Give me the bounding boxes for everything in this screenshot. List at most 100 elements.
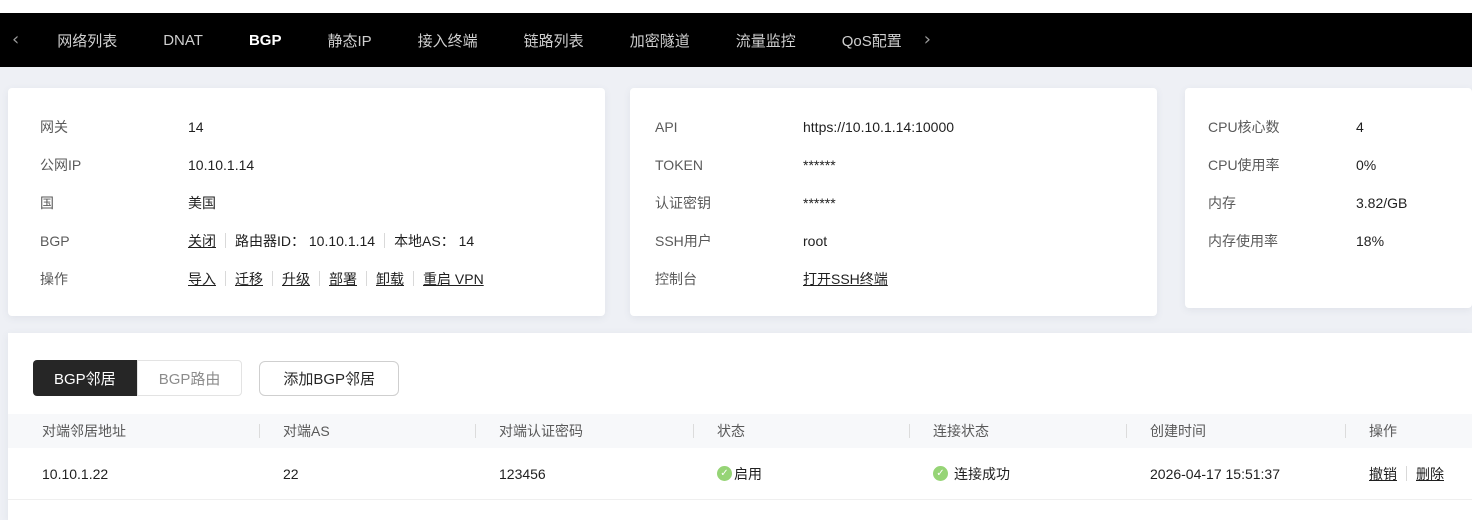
- uninstall-link[interactable]: 卸载: [376, 271, 404, 287]
- tab-bgp-neighbors[interactable]: BGP邻居: [33, 360, 137, 396]
- col-status: 状态: [693, 414, 909, 448]
- connection-check-icon: [933, 466, 948, 481]
- restart-vpn-link[interactable]: 重启 VPN: [423, 271, 484, 287]
- connection-status-text: 连接成功: [954, 465, 1010, 482]
- cell-status: 启用: [693, 448, 909, 499]
- bgp-values: 关闭 路由器ID： 10.10.1.14 本地AS： 14: [188, 231, 474, 251]
- memory-usage-value: 18%: [1356, 233, 1385, 249]
- console-row: 控制台 打开SSH终端: [655, 260, 1137, 298]
- country-label: 国: [40, 195, 54, 211]
- cell-created-at: 2026-04-17 15:51:37: [1150, 465, 1280, 482]
- cpu-cores-value: 4: [1356, 119, 1364, 135]
- table-header: 对端邻居地址 对端AS 对端认证密码 状态 连接状态 创建时间 操作: [8, 414, 1472, 448]
- nav-item-dnat[interactable]: DNAT: [163, 32, 203, 49]
- bgp-neighbors-table: 对端邻居地址 对端AS 对端认证密码 状态 连接状态 创建时间 操作 10.10…: [8, 414, 1472, 500]
- actions-row: 操作 导入 迁移 升级 部署 卸载 重启 VPN: [40, 260, 585, 298]
- import-link[interactable]: 导入: [188, 271, 216, 287]
- nav-item-network-list[interactable]: 网络列表: [57, 30, 117, 51]
- col-peer-as: 对端AS: [259, 414, 475, 448]
- api-row: API https://10.10.1.14:10000: [655, 108, 1137, 146]
- token-label: TOKEN: [655, 157, 703, 173]
- public-ip-value: 10.10.1.14: [188, 157, 255, 173]
- api-card: API https://10.10.1.14:10000 TOKEN *****…: [630, 88, 1157, 316]
- memory-label: 内存: [1208, 195, 1236, 211]
- upgrade-link[interactable]: 升级: [282, 271, 310, 287]
- cell-neighbor-address: 10.10.1.22: [42, 465, 109, 482]
- nav-item-traffic-monitor[interactable]: 流量监控: [736, 30, 796, 51]
- nav-item-static-ip[interactable]: 静态IP: [327, 30, 371, 51]
- api-value: https://10.10.1.14:10000: [803, 119, 955, 135]
- nav-item-bgp[interactable]: BGP: [249, 32, 282, 49]
- nav-item-encrypted-tunnel[interactable]: 加密隧道: [630, 30, 690, 51]
- token-row: TOKEN ******: [655, 146, 1137, 184]
- tab-bgp-routes[interactable]: BGP路由: [136, 360, 243, 396]
- cpu-usage-value: 0%: [1356, 157, 1377, 173]
- cell-peer-as: 22: [283, 465, 299, 482]
- bgp-neighbors-panel: BGP邻居 BGP路由 添加BGP邻居 对端邻居地址 对端AS 对端认证密码 状…: [8, 333, 1472, 520]
- action-links: 导入 迁移 升级 部署 卸载 重启 VPN: [188, 269, 484, 289]
- cell-actions: 撤销 删除: [1345, 448, 1472, 499]
- col-created-at: 创建时间: [1126, 414, 1345, 448]
- gateway-row: 网关 14: [40, 108, 585, 146]
- gateway-label: 网关: [40, 119, 68, 135]
- open-ssh-terminal-link[interactable]: 打开SSH终端: [803, 269, 888, 289]
- local-as: 本地AS： 14: [394, 233, 475, 249]
- divider: [225, 271, 226, 286]
- gateway-value: 14: [188, 119, 204, 135]
- console-label: 控制台: [655, 271, 697, 287]
- cell-auth-password: 123456: [499, 465, 546, 482]
- nav-items: 网络列表 DNAT BGP 静态IP 接入终端 链路列表 加密隧道 流量监控 Q…: [57, 30, 948, 51]
- country-row: 国 美国: [40, 184, 585, 222]
- cpu-cores-label: CPU核心数: [1208, 119, 1280, 135]
- cell-connection-status: 连接成功: [909, 448, 1126, 499]
- revoke-link[interactable]: 撤销: [1369, 464, 1397, 484]
- chevron-right-icon[interactable]: ›: [924, 31, 931, 49]
- country-value: 美国: [188, 195, 216, 211]
- actions-label: 操作: [40, 271, 68, 287]
- memory-usage-label: 内存使用率: [1208, 233, 1278, 249]
- nav-item-link-list[interactable]: 链路列表: [524, 30, 584, 51]
- divider: [413, 271, 414, 286]
- table-row: 10.10.1.22 22 123456 启用 连接成功 2026-04-17 …: [8, 448, 1472, 500]
- col-connection-status: 连接状态: [909, 414, 1126, 448]
- router-id: 路由器ID： 10.10.1.14: [235, 233, 376, 249]
- cpu-usage-row: CPU使用率 0%: [1208, 146, 1452, 184]
- token-value: ******: [803, 157, 836, 173]
- chevron-left-icon[interactable]: ‹: [12, 31, 19, 49]
- divider: [225, 233, 226, 248]
- status-text: 启用: [734, 465, 762, 482]
- ssh-user-label: SSH用户: [655, 233, 712, 249]
- col-neighbor-address: 对端邻居地址: [42, 423, 126, 439]
- nav-item-qos-config[interactable]: QoS配置: [842, 30, 902, 51]
- auth-key-value: ******: [803, 195, 836, 211]
- top-strip: [0, 0, 1472, 13]
- bgp-gateway-page: ‹ 网络列表 DNAT BGP 静态IP 接入终端 链路列表 加密隧道 流量监控…: [0, 0, 1472, 520]
- bgp-row: BGP 关闭 路由器ID： 10.10.1.14 本地AS： 14: [40, 222, 585, 260]
- bgp-tab-group: BGP邻居 BGP路由: [33, 360, 243, 396]
- public-ip-row: 公网IP 10.10.1.14: [40, 146, 585, 184]
- memory-value: 3.82/GB: [1356, 195, 1408, 211]
- deploy-link[interactable]: 部署: [329, 271, 357, 287]
- nav-item-access-terminal[interactable]: 接入终端: [418, 30, 478, 51]
- memory-row: 内存 3.82/GB: [1208, 184, 1452, 222]
- auth-key-label: 认证密钥: [655, 195, 711, 211]
- gateway-card: 网关 14 公网IP 10.10.1.14 国 美国 BGP 关闭 路由器ID： …: [8, 88, 605, 316]
- cpu-usage-label: CPU使用率: [1208, 157, 1280, 173]
- status-check-icon: [717, 466, 732, 481]
- add-bgp-neighbor-button[interactable]: 添加BGP邻居: [259, 360, 400, 396]
- memory-usage-row: 内存使用率 18%: [1208, 222, 1452, 260]
- divider: [366, 271, 367, 286]
- delete-link[interactable]: 删除: [1416, 464, 1444, 484]
- divider: [384, 233, 386, 248]
- bgp-label: BGP: [40, 233, 70, 249]
- cpu-cores-row: CPU核心数 4: [1208, 108, 1452, 146]
- public-ip-label: 公网IP: [40, 157, 82, 173]
- bgp-toggle-link[interactable]: 关闭: [188, 233, 216, 249]
- migrate-link[interactable]: 迁移: [235, 271, 263, 287]
- bgp-panel-toolbar: BGP邻居 BGP路由 添加BGP邻居: [33, 360, 1472, 396]
- ssh-user-row: SSH用户 root: [655, 222, 1137, 260]
- api-label: API: [655, 119, 678, 135]
- divider: [1406, 466, 1407, 481]
- col-actions: 操作: [1345, 414, 1472, 448]
- top-navbar: ‹ 网络列表 DNAT BGP 静态IP 接入终端 链路列表 加密隧道 流量监控…: [0, 13, 1472, 67]
